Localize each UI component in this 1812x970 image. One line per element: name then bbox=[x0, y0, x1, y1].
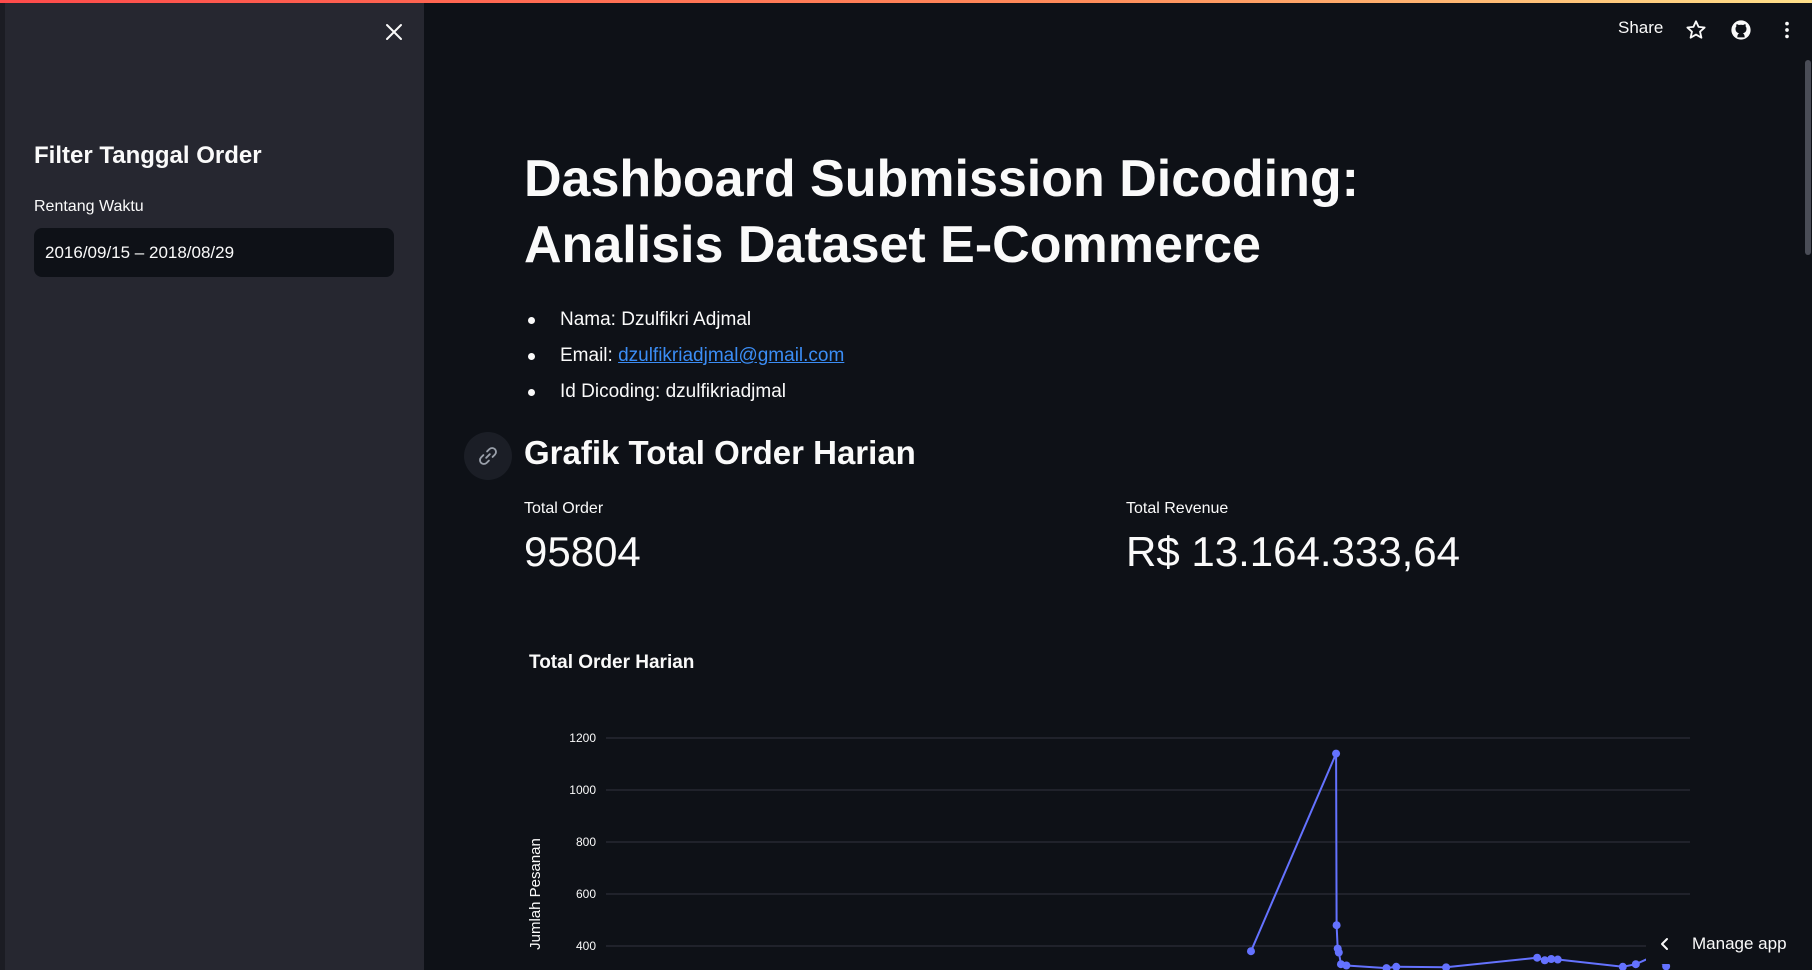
y-tick-label: 800 bbox=[576, 835, 596, 849]
data-point bbox=[1332, 749, 1341, 758]
section-anchor-link[interactable] bbox=[464, 432, 512, 480]
y-axis-label: Jumlah Pesanan bbox=[527, 838, 544, 950]
star-icon[interactable] bbox=[1684, 18, 1708, 42]
close-sidebar-button[interactable] bbox=[380, 18, 408, 46]
y-tick-label: 600 bbox=[576, 887, 596, 901]
sidebar: Filter Tanggal Order Rentang Waktu 2016/… bbox=[0, 0, 424, 970]
date-range-label: Rentang Waktu bbox=[34, 198, 144, 215]
data-point bbox=[1618, 962, 1627, 970]
author-email-label: Email: bbox=[560, 345, 619, 366]
manage-app-label: Manage app bbox=[1692, 934, 1787, 953]
y-tick-label: 1200 bbox=[569, 731, 596, 745]
author-info-list: Nama: Dzulfikri Adjmal Email: dzulfikria… bbox=[524, 302, 844, 410]
series-line bbox=[1250, 753, 1667, 970]
manage-app-button[interactable]: Manage app bbox=[1646, 924, 1812, 964]
link-icon bbox=[479, 447, 497, 465]
author-name: Nama: Dzulfikri Adjmal bbox=[524, 302, 844, 338]
data-point bbox=[1533, 953, 1542, 962]
data-point bbox=[1392, 962, 1401, 970]
data-point bbox=[1342, 961, 1351, 970]
metric-label: Total Order bbox=[524, 500, 604, 517]
sidebar-title: Filter Tanggal Order bbox=[34, 142, 262, 169]
chart-title: Total Order Harian bbox=[529, 652, 695, 673]
data-point bbox=[1442, 963, 1451, 970]
author-email: Email: dzulfikriadjmal@gmail.com bbox=[524, 338, 844, 374]
metric-label: Total Revenue bbox=[1126, 500, 1229, 517]
metric-value: R$ 13.164.333,64 bbox=[1126, 528, 1460, 575]
author-dicoding-id: Id Dicoding: dzulfikriadjmal bbox=[524, 374, 844, 410]
page-title: Dashboard Submission Dicoding: Analisis … bbox=[524, 150, 1359, 274]
more-vertical-icon[interactable] bbox=[1775, 18, 1799, 42]
close-icon bbox=[386, 24, 402, 40]
github-icon[interactable] bbox=[1729, 18, 1753, 42]
metric-total-revenue: Total Revenue R$ 13.164.333,64 bbox=[1126, 500, 1460, 576]
date-range-input[interactable]: 2016/09/15 – 2018/08/29 bbox=[34, 228, 394, 277]
date-range-value: 2016/09/15 – 2018/08/29 bbox=[45, 242, 235, 262]
data-point bbox=[1553, 955, 1562, 964]
author-email-link[interactable]: dzulfikriadjmal@gmail.com bbox=[618, 345, 844, 366]
data-point bbox=[1332, 921, 1341, 930]
chevron-left-icon bbox=[1661, 938, 1668, 950]
data-point bbox=[1631, 960, 1640, 969]
top-decoration-bar bbox=[0, 0, 1812, 3]
sidebar-edge bbox=[0, 0, 5, 970]
y-tick-label: 1000 bbox=[569, 783, 596, 797]
metric-value: 95804 bbox=[524, 528, 641, 575]
metric-total-order: Total Order 95804 bbox=[524, 500, 641, 576]
share-button[interactable]: Share bbox=[1618, 18, 1663, 38]
section-title: Grafik Total Order Harian bbox=[524, 434, 916, 471]
daily-orders-chart[interactable]: 400 600 800 1000 1200 Jumlah Pesanan bbox=[520, 720, 1700, 970]
data-point bbox=[1382, 964, 1391, 970]
data-point bbox=[1334, 948, 1343, 957]
y-tick-label: 400 bbox=[576, 939, 596, 953]
data-point bbox=[1246, 947, 1255, 956]
scrollbar[interactable] bbox=[1805, 60, 1811, 255]
